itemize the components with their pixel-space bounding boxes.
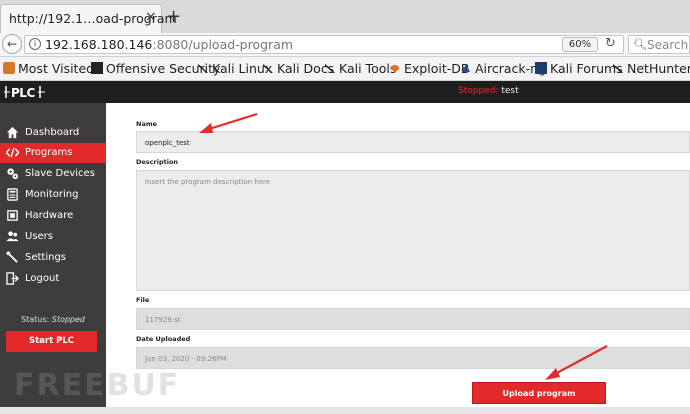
kali-forums-icon: [535, 62, 547, 74]
sidebar-item-label: Monitoring: [25, 189, 79, 200]
bookmark-kali-tools[interactable]: Kali Tools: [324, 61, 396, 76]
status-program-name: test: [501, 86, 519, 96]
sidebar-item-label: Programs: [25, 147, 73, 158]
upload-program-button[interactable]: Upload program: [472, 382, 606, 404]
sidebar-item-label: Logout: [25, 273, 60, 284]
date-uploaded-value: Jun 03, 2020 - 09:26PM: [145, 355, 227, 363]
sidebar-item-settings[interactable]: Settings: [0, 248, 106, 268]
new-tab-button[interactable]: +: [166, 6, 181, 27]
back-button[interactable]: ←: [2, 34, 22, 54]
sidebar-item-dashboard[interactable]: Dashboard: [0, 123, 106, 143]
url-host: 192.168.180.146: [45, 37, 153, 52]
openplc-logo[interactable]: PLC: [4, 82, 46, 102]
date-uploaded-label: Date Uploaded: [136, 335, 191, 343]
search-placeholder: Search: [647, 38, 689, 52]
program-name-input[interactable]: openplc_test: [136, 131, 690, 153]
bookmark-aircrack-ng[interactable]: Aircrack-ng: [460, 61, 546, 76]
sidebar-item-label: Hardware: [25, 210, 74, 221]
chip-icon: [7, 210, 18, 221]
svg-text:PLC: PLC: [11, 86, 35, 100]
description-textarea[interactable]: Insert the program description here: [136, 170, 690, 291]
info-icon[interactable]: i: [29, 38, 41, 50]
watermark-logo: FREEBUF: [14, 368, 181, 403]
bookmark-label: Most Visited: [18, 61, 95, 76]
monitor-icon: [7, 188, 18, 201]
footer-strip: [0, 407, 690, 414]
zoom-indicator[interactable]: 60%: [562, 37, 598, 52]
file-value: 117929.st: [145, 316, 181, 324]
file-field: 117929.st: [136, 308, 690, 330]
browser-nav-bar: ← i 192.168.180.146:8080/upload-program …: [0, 33, 690, 57]
sidebar-item-users[interactable]: Users: [0, 227, 106, 247]
bookmark-exploit-db[interactable]: Exploit-DB: [389, 61, 469, 76]
search-icon: 🔍︎: [633, 38, 647, 51]
kali-dragon-icon: [324, 62, 336, 74]
url-bar[interactable]: i 192.168.180.146:8080/upload-program 60…: [24, 35, 624, 54]
upload-program-form: Name openplc_test Description Insert the…: [106, 103, 690, 414]
bookmark-nethunter[interactable]: NetHunter: [612, 61, 690, 76]
sidebar-item-monitoring[interactable]: Monitoring: [0, 185, 106, 205]
app-header: PLC Stopped: test: [0, 81, 690, 103]
orange-box-icon: [3, 62, 15, 74]
kali-dragon-icon: [197, 62, 209, 74]
code-icon: [6, 147, 19, 158]
logout-icon: [6, 272, 19, 285]
status-value: Stopped: [51, 315, 85, 324]
status-prefix: Status:: [21, 315, 50, 324]
gear-cluster-icon: [7, 168, 19, 180]
file-label: File: [136, 296, 150, 304]
search-input[interactable]: 🔍︎ Search: [628, 35, 690, 54]
users-icon: [6, 231, 19, 242]
bookmarks-toolbar: Most Visited Offensive Security Kali Lin…: [0, 57, 690, 81]
name-label: Name: [136, 120, 158, 128]
offsec-icon: [91, 62, 103, 74]
reload-icon[interactable]: ↻: [605, 36, 616, 51]
bookmark-most-visited[interactable]: Most Visited: [3, 61, 94, 76]
description-placeholder: Insert the program description here: [145, 178, 271, 186]
aircrack-icon: [460, 62, 472, 74]
close-tab-icon[interactable]: ×: [145, 9, 157, 25]
bookmark-kali-forums[interactable]: Kali Forums: [535, 61, 623, 76]
bookmark-label: Kali Tools: [339, 61, 397, 76]
plc-status-banner: Stopped: test: [458, 86, 519, 96]
url-path: :8080/upload-program: [152, 37, 294, 52]
sidebar-item-slave-devices[interactable]: Slave Devices: [0, 164, 106, 184]
sidebar-item-label: Users: [25, 231, 54, 242]
exploitdb-icon: [389, 62, 401, 74]
start-plc-button[interactable]: Start PLC: [6, 331, 97, 352]
sidebar-item-label: Slave Devices: [25, 168, 95, 179]
bookmark-kali-linux[interactable]: Kali Linux: [197, 61, 272, 76]
description-label: Description: [136, 158, 179, 166]
sidebar-item-label: Dashboard: [25, 127, 80, 138]
wrench-icon: [6, 251, 18, 263]
status-stopped-label: Stopped:: [458, 86, 499, 96]
sidebar-plc-status: Status: Stopped: [0, 315, 106, 324]
kali-dragon-icon: [262, 62, 274, 74]
sidebar-item-label: Settings: [25, 252, 67, 263]
home-icon: [6, 126, 19, 139]
kali-dragon-icon: [612, 62, 624, 74]
url-text: 192.168.180.146:8080/upload-program: [45, 37, 293, 52]
program-name-value: openplc_test: [145, 139, 190, 147]
sidebar-item-hardware[interactable]: Hardware: [0, 206, 106, 226]
date-uploaded-field: Jun 03, 2020 - 09:26PM: [136, 347, 690, 369]
sidebar-item-programs[interactable]: Programs: [0, 143, 106, 163]
browser-tab[interactable]: http://192.1…oad-program ×: [0, 4, 177, 33]
browser-tab-bar: http://192.1…oad-program × +: [0, 0, 690, 33]
bookmark-label: NetHunter: [627, 61, 690, 76]
sidebar-item-logout[interactable]: Logout: [0, 269, 106, 289]
